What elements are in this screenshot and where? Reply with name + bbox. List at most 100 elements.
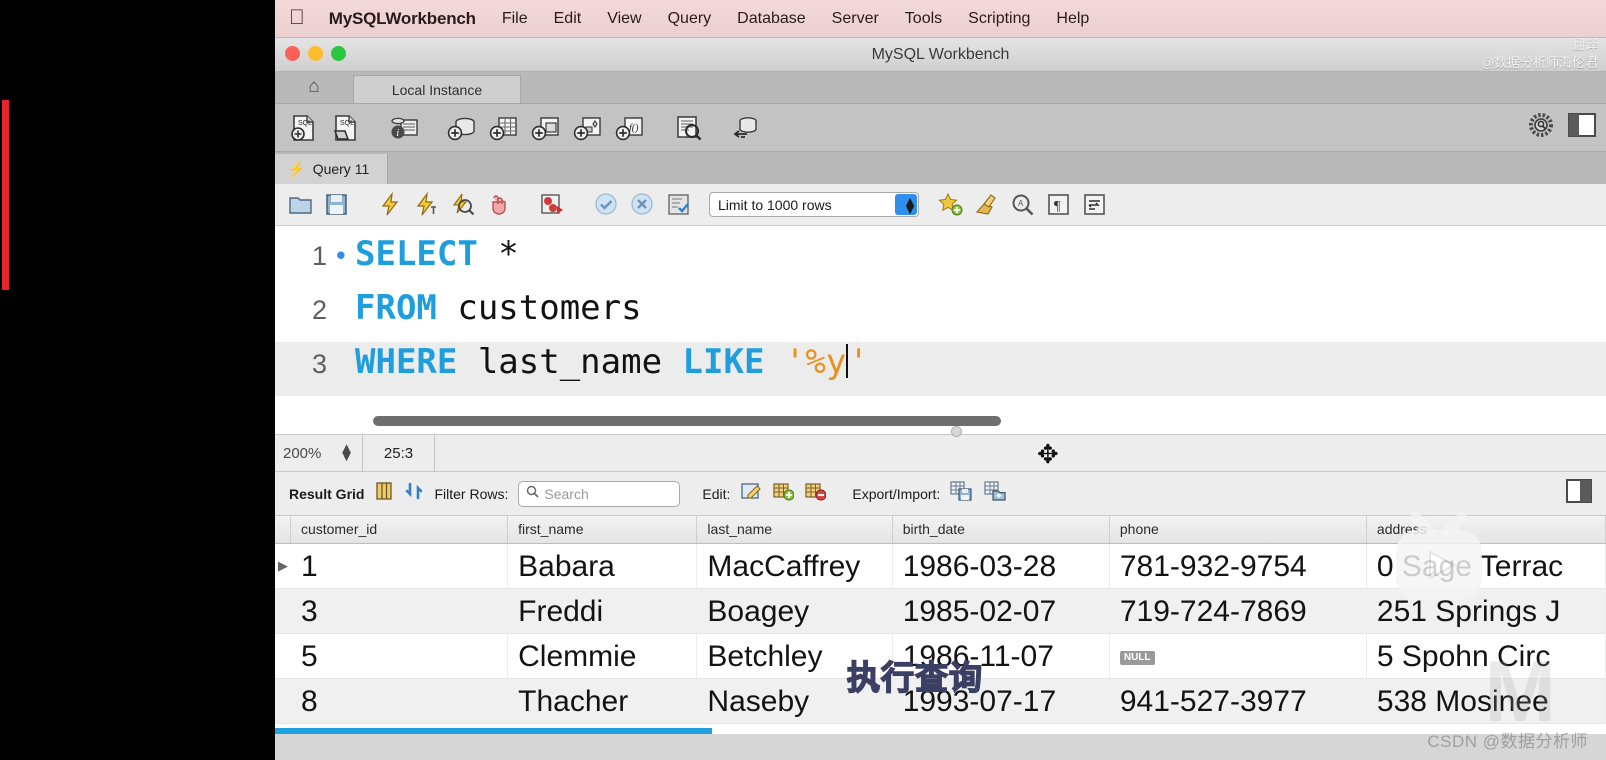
edit-row-icon[interactable] [740, 480, 762, 507]
cell-birth_date[interactable]: 1986-03-28 [893, 543, 1110, 589]
find-icon[interactable]: A [1005, 188, 1039, 222]
tab-local-instance[interactable]: Local Instance [353, 75, 521, 103]
column-header-address[interactable]: address [1367, 516, 1606, 543]
sql-editor[interactable]: 1 • SELECT * 2 FROM customers 3 WHERE last_nam… [275, 226, 1606, 412]
stop-execution-icon[interactable] [481, 188, 515, 222]
autocommit-icon[interactable] [661, 188, 695, 222]
gear-icon[interactable] [1528, 112, 1554, 143]
new-schema-icon[interactable] [443, 109, 481, 147]
explain-query-icon[interactable] [445, 188, 479, 222]
open-file-icon[interactable] [283, 188, 317, 222]
toggle-panel-icon[interactable] [1566, 479, 1592, 508]
export-recordset-icon[interactable] [950, 480, 974, 507]
wrap-lines-icon[interactable] [1077, 188, 1111, 222]
table-row[interactable]: 8 Thacher Naseby 1993-07-17 941-527-3977 538 … [275, 678, 1606, 724]
cell-address[interactable]: 5 Spohn Circ [1367, 633, 1606, 679]
cell-last_name[interactable]: Naseby [697, 678, 893, 724]
search-input[interactable]: Search [518, 480, 681, 507]
add-snippet-icon[interactable] [933, 188, 967, 222]
column-header-last_name[interactable]: last_name [697, 516, 893, 543]
column-header-birth_date[interactable]: birth_date [893, 516, 1110, 543]
execute-current-icon[interactable] [409, 188, 443, 222]
row-selection-marker[interactable]: ▶ [275, 544, 291, 589]
cell-birth_date[interactable]: 1985-02-07 [893, 588, 1110, 634]
cell-first_name[interactable]: Babara [508, 543, 698, 589]
cell-address[interactable]: 538 Mosinee [1367, 678, 1606, 724]
row-selection-marker[interactable] [275, 589, 291, 634]
server-status-icon[interactable]: i [385, 109, 423, 147]
maximize-button[interactable] [331, 46, 346, 61]
limit-rows-select[interactable]: Limit to 1000 rows ▲ ▼ [709, 192, 919, 217]
menu-app-name[interactable]: MySQLWorkbench [329, 9, 476, 29]
apple-logo-icon[interactable]:  [289, 7, 305, 28]
menu-tools[interactable]: Tools [905, 10, 942, 28]
cell-first_name[interactable]: Freddi [508, 588, 698, 634]
sync-database-icon[interactable] [727, 109, 765, 147]
editor-horizontal-scrollbar[interactable] [373, 416, 1001, 426]
cell-first_name[interactable]: Thacher [508, 678, 698, 724]
cell-birth_date[interactable]: 1993-07-17 [893, 678, 1110, 724]
tab-query-11[interactable]: ⚡ Query 11 [275, 154, 389, 184]
cell-address[interactable]: 251 Springs J [1367, 588, 1606, 634]
cell-address[interactable]: 0 Sage Terrac [1367, 543, 1606, 589]
execute-statement-icon[interactable] [373, 188, 407, 222]
result-grid[interactable]: customer_id first_name last_name birth_date… [275, 516, 1606, 734]
row-selection-marker[interactable] [275, 679, 291, 724]
import-recordset-icon[interactable] [984, 480, 1008, 507]
cell-first_name[interactable]: Clemmie [508, 633, 698, 679]
refresh-icon[interactable] [404, 481, 424, 506]
cell-customer_id[interactable]: 5 [291, 633, 509, 679]
zoom-stepper-icon[interactable]: ▲ ▼ [339, 441, 354, 464]
menu-edit[interactable]: Edit [554, 10, 582, 28]
sql-line-3[interactable]: 3 WHERE last_name LIKE '%y' [275, 342, 1606, 396]
cell-customer_id[interactable]: 8 [291, 678, 509, 724]
cell-phone[interactable]: 941-527-3977 [1110, 678, 1367, 724]
column-header-customer_id[interactable]: customer_id [291, 516, 509, 543]
menu-file[interactable]: File [502, 10, 528, 28]
row-selection-marker[interactable] [275, 634, 291, 679]
editor-zoom-control[interactable]: 200% ▲ ▼ [275, 435, 363, 471]
cell-phone[interactable]: NULL [1110, 633, 1367, 679]
delete-row-icon[interactable] [804, 480, 827, 507]
new-table-icon[interactable] [485, 109, 523, 147]
menu-server[interactable]: Server [832, 10, 879, 28]
cell-last_name[interactable]: Betchley [697, 633, 893, 679]
menu-query[interactable]: Query [668, 10, 712, 28]
toggle-sidebar-icon[interactable] [1568, 113, 1596, 142]
cell-phone[interactable]: 719-724-7869 [1110, 588, 1367, 634]
table-row[interactable]: 5 Clemmie Betchley 1986-11-07 NULL 5 Spohn Ci… [275, 633, 1606, 679]
inspect-schema-icon[interactable] [669, 109, 707, 147]
new-view-icon[interactable] [527, 109, 565, 147]
insert-row-icon[interactable] [772, 480, 795, 507]
sql-line-2[interactable]: 2 FROM customers [275, 288, 1606, 342]
cell-last_name[interactable]: MacCaffrey [697, 543, 893, 589]
grid-view-icon[interactable] [374, 481, 394, 506]
sql-line-1[interactable]: 1 • SELECT * [275, 234, 1606, 288]
cell-phone[interactable]: 781-932-9754 [1110, 543, 1367, 589]
column-header-phone[interactable]: phone [1110, 516, 1367, 543]
window-controls[interactable] [285, 46, 346, 61]
panel-splitter-handle[interactable] [951, 426, 962, 437]
cell-customer_id[interactable]: 3 [291, 588, 509, 634]
menu-help[interactable]: Help [1056, 10, 1089, 28]
new-routine-icon[interactable] [569, 109, 607, 147]
beautify-query-icon[interactable] [969, 188, 1003, 222]
close-button[interactable] [285, 46, 300, 61]
table-row[interactable]: 3 Freddi Boagey 1985-02-07 719-724-7869 251 S… [275, 588, 1606, 634]
menu-database[interactable]: Database [737, 10, 806, 28]
table-row[interactable]: ▶ 1 Babara MacCaffrey 1986-03-28 781-932-9754… [275, 543, 1606, 589]
cell-customer_id[interactable]: 1 [291, 543, 509, 589]
menu-scripting[interactable]: Scripting [968, 10, 1030, 28]
commit-icon[interactable] [589, 188, 623, 222]
limit-rows-stepper-icon[interactable]: ▲ ▼ [895, 194, 917, 216]
rollback-icon[interactable] [625, 188, 659, 222]
home-tab[interactable]: ⌂ [275, 71, 353, 103]
new-sql-tab-icon[interactable]: SQL [285, 109, 323, 147]
save-file-icon[interactable] [319, 188, 353, 222]
minimize-button[interactable] [308, 46, 323, 61]
result-grid-body[interactable]: ▶ 1 Babara MacCaffrey 1986-03-28 781-932-9754… [275, 543, 1606, 724]
menu-view[interactable]: View [607, 10, 641, 28]
new-function-icon[interactable]: f() [611, 109, 649, 147]
cell-birth_date[interactable]: 1986-11-07 [893, 633, 1110, 679]
open-sql-script-icon[interactable]: SQL [327, 109, 365, 147]
